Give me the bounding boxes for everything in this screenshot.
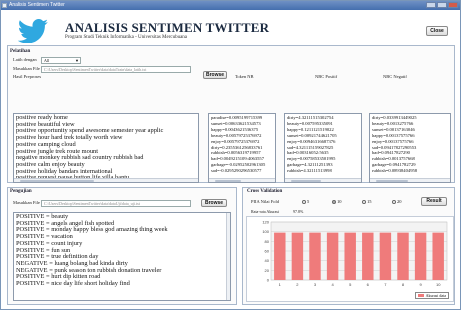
horizontal-scrollbar[interactable] <box>209 178 275 182</box>
accuracy-chart: 0 20 40 60 80 100 120 1 2 3 4 5 6 7 8 9 10 Akurasi data <box>246 216 454 302</box>
y-tick-label: 40 <box>265 258 270 263</box>
bar <box>291 232 304 280</box>
bar <box>379 232 392 280</box>
nbc-negative-label: NBC Negatif <box>383 74 407 79</box>
horizontal-scrollbar[interactable] <box>370 178 450 182</box>
legend-label: Akurasi data <box>425 293 446 298</box>
train-method-label: Latih dengan <box>13 57 37 62</box>
maximize-button[interactable] <box>437 2 447 8</box>
app-window: Analisis Sentimen Twitter ANALISIS SENTI… <box>0 0 461 310</box>
token-lines: paradise=0.0095199715399 sunset=0.0063362… <box>211 115 273 174</box>
y-tick-label: 20 <box>265 268 270 273</box>
x-tick-label: 3 <box>314 282 317 287</box>
radio-selected-icon <box>332 199 336 204</box>
train-method-value: All <box>44 58 50 63</box>
fold-option-20[interactable]: 20 <box>392 199 402 204</box>
fold-option-10[interactable]: 10 <box>332 199 342 204</box>
nbc-negative-textbox[interactable]: dirty=0.0339913449025 beauty=0.0013275766… <box>369 113 451 183</box>
accuracy-chart-svg: 0 20 40 60 80 100 120 1 2 3 4 5 6 7 8 9 10 <box>262 220 448 287</box>
radio-icon <box>302 199 306 204</box>
test-file-label: Masukkan File <box>13 200 40 205</box>
text-line: sad=-0.0295290296530577 <box>211 168 262 174</box>
bar <box>432 232 444 280</box>
fold-option-label: 5 <box>307 199 310 204</box>
x-tick-label: 9 <box>419 282 422 287</box>
app-title: ANALISIS SENTIMEN TWITTER <box>65 20 270 35</box>
testing-section-title: Pengujian <box>10 189 32 194</box>
x-tick-label: 1 <box>279 282 282 287</box>
test-file-input[interactable]: C:\Users\Desktop\SentimenTwitter\data\da… <box>41 200 191 207</box>
vertical-scrollbar[interactable] <box>226 213 230 300</box>
train-browse-button[interactable]: Browse <box>203 71 227 79</box>
y-tick-label: 120 <box>262 220 269 225</box>
test-result-lines: POSITIVE = beauty POSITIVE = angels angel… <box>16 213 228 288</box>
fold-label: PIIA Nilai Fold <box>251 199 280 204</box>
chart-legend: Akurasi data <box>414 292 449 299</box>
y-tick-label: 80 <box>265 239 270 244</box>
bar <box>414 232 427 280</box>
nbc-positive-label: NBC Positif <box>315 74 338 79</box>
test-browse-button[interactable]: Browse <box>201 199 227 207</box>
horizontal-scrollbar[interactable] <box>285 178 361 182</box>
fold-option-5[interactable]: 5 <box>302 199 309 204</box>
horizontal-scrollbar[interactable] <box>14 178 198 182</box>
bar <box>397 232 409 280</box>
legend-swatch <box>417 294 424 297</box>
minimize-button[interactable] <box>426 2 436 8</box>
close-button[interactable]: Close <box>426 26 448 36</box>
x-tick-label: 5 <box>349 282 352 287</box>
preprocess-textbox[interactable]: positive ready home positive beautiful vi… <box>13 113 199 183</box>
training-section-title: Pelatihan <box>10 49 31 54</box>
y-tick-label: 0 <box>267 278 270 283</box>
nbc-negative-lines: dirty=0.0339913449025 beauty=0.0013275766… <box>372 115 448 174</box>
y-tick-label: 60 <box>265 249 270 254</box>
train-method-select[interactable]: All ▼ <box>41 57 81 64</box>
nbc-positive-textbox[interactable]: dirty=4.32111515302754 beauty=0.007595335… <box>284 113 362 183</box>
x-tick-label: 6 <box>367 282 370 287</box>
token-textbox[interactable]: paradise=0.0095199715399 sunset=0.0063362… <box>208 113 276 183</box>
radio-icon <box>392 199 396 204</box>
token-label: Token NB <box>235 74 254 79</box>
text-line: rubbish=0.08938404958 <box>372 168 418 174</box>
fold-option-label: 10 <box>337 199 342 204</box>
text-line: rubbish=4.32111513998 <box>287 168 332 174</box>
app-subtitle: Program Studi Teknik Informatika - Unive… <box>65 35 188 40</box>
x-tick-label: 8 <box>402 282 405 287</box>
cv-section-title: Cross Validation <box>247 189 283 194</box>
window-close-button[interactable] <box>448 2 458 8</box>
app-header: ANALISIS SENTIMEN TWITTER Program Studi … <box>7 13 455 45</box>
y-tick-label: 100 <box>262 229 269 234</box>
bar <box>344 232 356 280</box>
twitter-bird-icon <box>17 19 48 43</box>
app-icon <box>2 3 7 8</box>
fold-option-label: 20 <box>397 199 402 204</box>
accuracy-value: 97.8% <box>293 209 304 214</box>
bar <box>274 232 286 280</box>
x-tick-label: 7 <box>384 282 387 287</box>
x-tick-label: 4 <box>331 282 334 287</box>
test-result-textbox[interactable]: POSITIVE = beauty POSITIVE = angels angel… <box>13 212 231 301</box>
preprocess-label: Hasil Preproses <box>13 74 42 79</box>
nbc-positive-lines: dirty=4.32111515302754 beauty=0.007595335… <box>287 115 359 174</box>
fold-option-label: 15 <box>367 199 372 204</box>
accuracy-label: Rata-rata Akurasi <box>251 209 280 214</box>
title-bar: Analisis Sentimen Twitter <box>1 1 460 10</box>
text-line: POSITIVE = nice day life short holiday f… <box>16 280 130 288</box>
radio-icon <box>362 199 366 204</box>
x-tick-label: 2 <box>296 282 299 287</box>
window-title: Analisis Sentimen Twitter <box>9 2 65 8</box>
bar <box>326 232 339 280</box>
train-file-input[interactable]: C:\Users\Desktop\SentimenTwitter\data\da… <box>41 66 191 73</box>
fold-option-15[interactable]: 15 <box>362 199 372 204</box>
chevron-down-icon: ▼ <box>75 58 79 63</box>
bar <box>309 232 321 280</box>
result-button[interactable]: Result <box>421 197 447 206</box>
bar <box>362 232 374 280</box>
train-file-label: Masukkan File <box>13 66 40 71</box>
window-controls <box>426 2 458 8</box>
preprocess-lines: positive ready home positive beautiful vi… <box>16 114 196 182</box>
x-tick-label: 10 <box>436 282 441 287</box>
